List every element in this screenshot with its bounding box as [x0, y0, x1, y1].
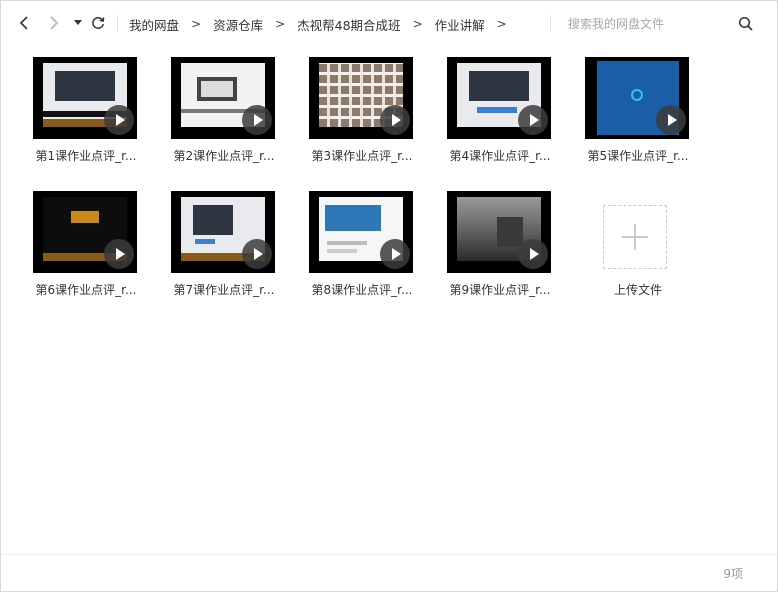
file-item[interactable]: 第4课作业点评_r... [445, 57, 555, 177]
video-thumbnail [33, 191, 137, 273]
file-item[interactable]: 第8课作业点评_r... [307, 191, 417, 311]
file-name: 第7课作业点评_r... [173, 283, 275, 297]
video-thumbnail [171, 191, 275, 273]
play-icon [242, 239, 272, 269]
divider [117, 15, 118, 31]
play-icon [518, 105, 548, 135]
chevron-left-icon [19, 16, 28, 30]
play-icon [380, 239, 410, 269]
video-thumbnail [309, 57, 413, 139]
video-thumbnail [447, 191, 551, 273]
breadcrumb-separator: > [412, 17, 423, 31]
file-item[interactable]: 第9课作业点评_r... [445, 191, 555, 311]
file-item[interactable]: 第6课作业点评_r... [31, 191, 141, 311]
video-thumbnail [585, 57, 689, 139]
upload-box [603, 205, 667, 269]
item-count: 9项 [723, 567, 743, 581]
breadcrumb-item-resource-repo[interactable]: 资源仓库 [213, 15, 263, 34]
play-icon [242, 105, 272, 135]
history-dropdown-button[interactable] [68, 13, 88, 33]
file-name: 第5课作业点评_r... [587, 149, 689, 163]
breadcrumb-item-class-folder[interactable]: 杰视帮48期合成班 [297, 15, 400, 34]
status-bar: 9项 [1, 554, 777, 591]
search-icon[interactable] [738, 16, 754, 32]
breadcrumb-separator: > [275, 17, 286, 31]
file-item[interactable]: 第7课作业点评_r... [169, 191, 279, 311]
refresh-button[interactable] [88, 13, 108, 33]
play-icon [104, 105, 134, 135]
play-icon [518, 239, 548, 269]
play-icon [380, 105, 410, 135]
video-thumbnail [309, 191, 413, 273]
video-thumbnail [33, 57, 137, 139]
forward-button[interactable] [44, 13, 64, 33]
upload-file-button[interactable]: 上传文件 [583, 191, 693, 311]
file-item[interactable]: 第1课作业点评_r... [31, 57, 141, 177]
file-name: 第2课作业点评_r... [173, 149, 275, 163]
play-icon [656, 105, 686, 135]
file-item[interactable]: 第2课作业点评_r... [169, 57, 279, 177]
video-thumbnail [447, 57, 551, 139]
caret-down-icon [74, 20, 82, 25]
file-name: 第1课作业点评_r... [35, 149, 137, 163]
play-icon [104, 239, 134, 269]
breadcrumb-item-my-drive[interactable]: 我的网盘 [129, 15, 179, 34]
video-thumbnail [171, 57, 275, 139]
toolbar: 我的网盘 > 资源仓库 > 杰视帮48期合成班 > 作业讲解 > [1, 1, 777, 45]
plus-icon [622, 224, 648, 250]
chevron-right-icon [50, 16, 59, 30]
file-name: 第9课作业点评_r... [449, 283, 551, 297]
file-name: 第8课作业点评_r... [311, 283, 413, 297]
file-name: 第4课作业点评_r... [449, 149, 551, 163]
refresh-icon [92, 17, 105, 29]
breadcrumb: 我的网盘 > 资源仓库 > 杰视帮48期合成班 > 作业讲解 > [129, 15, 519, 33]
breadcrumb-expand-button[interactable]: > [497, 17, 507, 31]
file-name: 第3课作业点评_r... [311, 149, 413, 163]
file-name: 第6课作业点评_r... [35, 283, 137, 297]
file-item[interactable]: 第3课作业点评_r... [307, 57, 417, 177]
search-input[interactable] [568, 17, 728, 31]
breadcrumb-separator: > [191, 17, 202, 31]
breadcrumb-item-homework[interactable]: 作业讲解 [435, 15, 485, 34]
back-button[interactable] [14, 13, 34, 33]
file-browser-window: 我的网盘 > 资源仓库 > 杰视帮48期合成班 > 作业讲解 > 第1课作业点评… [0, 0, 778, 592]
upload-label: 上传文件 [613, 283, 662, 297]
divider [550, 15, 551, 31]
search-box [568, 14, 768, 34]
file-item[interactable]: 第5课作业点评_r... [583, 57, 693, 177]
